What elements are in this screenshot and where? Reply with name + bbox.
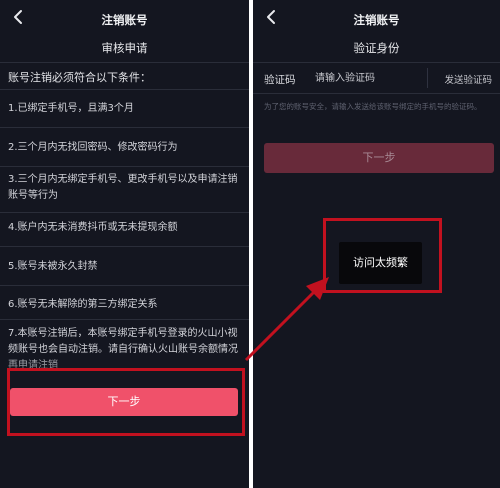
toast-message: 访问太频繁 [339,242,422,284]
next-step-button-disabled[interactable]: 下一步 [264,143,494,173]
verification-code-input[interactable] [315,66,410,90]
page-title: 注销账号 [101,13,148,27]
verification-code-label: 验证码 [264,74,296,86]
scroll-fade [0,352,249,386]
divider [0,319,249,320]
section-title: 审核申请 [101,41,148,55]
next-step-button[interactable]: 下一步 [10,388,238,416]
nav-bar: 注销账号 [0,0,249,38]
divider [253,62,500,63]
send-code-button[interactable]: 发送验证码 [444,72,492,86]
security-hint: 为了您的账号安全，请输入发送给该账号绑定的手机号的验证码。 [264,102,482,111]
page-title: 注销账号 [353,13,400,27]
condition-item: 1.已绑定手机号，且满3个月 [8,103,134,114]
divider [0,89,249,90]
section-title: 验证身份 [353,41,400,55]
divider [0,285,249,286]
condition-item: 5.账号未被永久封禁 [8,261,98,272]
right-phone-screen: 注销账号 验证身份 验证码 发送验证码 为了您的账号安全，请输入发送给该账号绑定… [253,0,500,488]
condition-item: 4.账户内无未消费抖币或无未提现余额 [8,222,178,233]
divider [0,62,249,63]
nav-bar: 注销账号 [253,0,500,38]
condition-item: 2.三个月内无找回密码、修改密码行为 [8,142,178,153]
left-phone-screen: 注销账号 审核申请 账号注销必须符合以下条件： 1.已绑定手机号，且满3个月 2… [0,0,249,488]
divider [0,212,249,213]
divider [253,93,500,94]
condition-item: 3.三个月内无绑定手机号、更改手机号以及申请注销账号等行为 [8,174,238,201]
condition-item: 6.账号无未解除的第三方绑定关系 [8,299,158,310]
conditions-heading: 账号注销必须符合以下条件： [8,71,151,84]
divider [427,68,428,88]
divider [0,127,249,128]
divider [0,166,249,167]
divider [0,246,249,247]
